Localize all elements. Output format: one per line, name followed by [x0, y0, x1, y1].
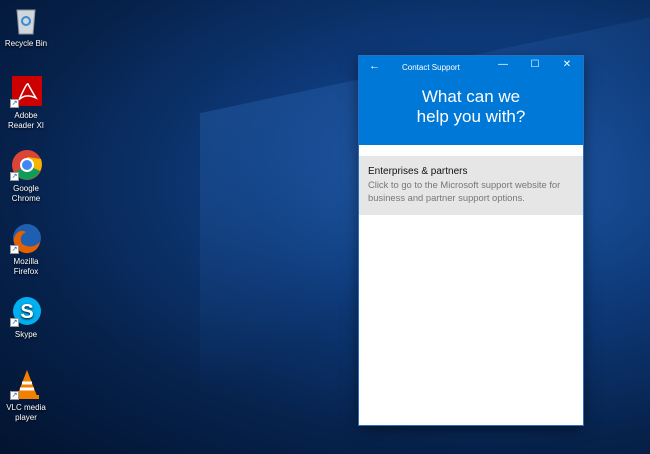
title-bar[interactable]: ← Contact Support — ☐ ✕ — [359, 56, 583, 78]
desktop-icon-firefox[interactable]: ↗ Mozilla Firefox — [2, 222, 50, 277]
recycle-bin-icon — [10, 4, 42, 36]
firefox-icon: ↗ — [10, 222, 42, 254]
page-heading: What can we help you with? — [359, 78, 583, 145]
maximize-button[interactable]: ☐ — [527, 59, 543, 70]
desktop-icon-label: VLC media player — [6, 403, 46, 422]
vlc-icon: ↗ — [10, 368, 42, 400]
desktop-icon-skype[interactable]: S ↗ Skype — [2, 295, 50, 340]
heading-text: What can we help you with? — [416, 87, 526, 126]
window-title: Contact Support — [402, 63, 460, 72]
back-button[interactable]: ← — [369, 60, 380, 72]
desktop-icon-label: Mozilla Firefox — [13, 257, 39, 276]
desktop-icon-label: Recycle Bin — [4, 39, 48, 48]
desktop-icon-label: Adobe Reader XI — [7, 111, 45, 130]
shortcut-arrow-icon: ↗ — [10, 172, 19, 181]
desktop-icon-chrome[interactable]: ↗ Google Chrome — [2, 149, 50, 204]
option-description: Click to go to the Microsoft support web… — [368, 179, 561, 203]
skype-icon: S ↗ — [10, 295, 42, 327]
shortcut-arrow-icon: ↗ — [10, 99, 19, 108]
chrome-icon: ↗ — [10, 149, 42, 181]
svg-text:S: S — [20, 301, 33, 323]
option-title: Enterprises & partners — [368, 166, 468, 177]
close-button[interactable]: ✕ — [559, 59, 575, 70]
shortcut-arrow-icon: ↗ — [10, 391, 19, 400]
contact-support-window: ← Contact Support — ☐ ✕ What can we help… — [359, 56, 583, 425]
desktop-icon-label: Google Chrome — [11, 184, 41, 203]
shortcut-arrow-icon: ↗ — [10, 318, 19, 327]
desktop-icon-adobe-reader[interactable]: ↗ Adobe Reader XI — [2, 76, 50, 131]
minimize-button[interactable]: — — [495, 59, 511, 70]
desktop-icon-recycle-bin[interactable]: Recycle Bin — [2, 4, 50, 49]
enterprises-partners-option[interactable]: Enterprises & partners Click to go to th… — [359, 156, 583, 215]
desktop-icon-label: Skype — [14, 330, 38, 339]
desktop-icon-vlc[interactable]: ↗ VLC media player — [2, 368, 50, 423]
shortcut-arrow-icon: ↗ — [10, 245, 19, 254]
adobe-reader-icon: ↗ — [10, 76, 42, 108]
